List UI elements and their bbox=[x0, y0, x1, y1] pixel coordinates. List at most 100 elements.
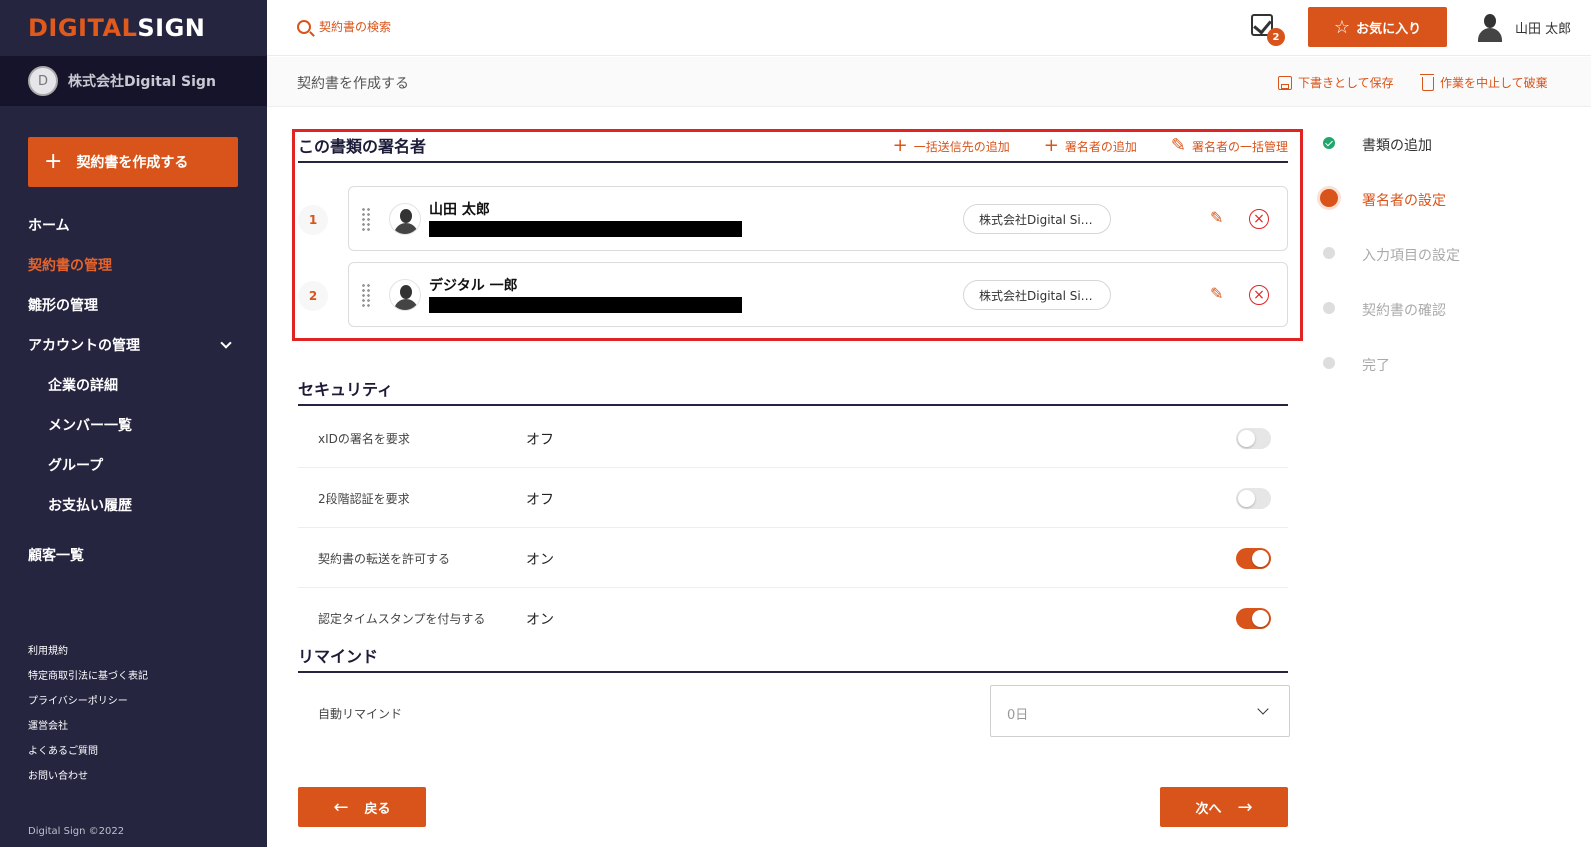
edit-signer-icon[interactable]: ✎ bbox=[1210, 209, 1228, 227]
sidebar-item-label: 契約書の管理 bbox=[28, 258, 112, 274]
edit-signer-icon[interactable]: ✎ bbox=[1210, 285, 1228, 303]
arrow-right-icon: → bbox=[1237, 796, 1253, 818]
discard-button[interactable]: 作業を中止して破棄 bbox=[1420, 73, 1548, 91]
sidebar-item-members[interactable]: メンバー一覧 bbox=[28, 405, 238, 445]
signer-card[interactable]: デジタル 一郎 株式会社Digital Si… ✎ × bbox=[348, 262, 1288, 327]
favorites-button[interactable]: ☆ お気に入り bbox=[1308, 7, 1447, 47]
footer-link-terms[interactable]: 利用規約 bbox=[28, 645, 148, 670]
save-icon bbox=[1278, 75, 1292, 90]
logo-part-sign: SIGN bbox=[137, 14, 206, 42]
security-section-header: セキュリティ bbox=[298, 372, 1288, 406]
signer-name: デジタル 一郎 bbox=[429, 278, 518, 294]
auto-remind-value: 0日 bbox=[1007, 708, 1029, 723]
auto-remind-select[interactable]: 0日 bbox=[990, 685, 1290, 737]
top-bar: 契約書の検索 2 ☆ お気に入り 山田 太郎 bbox=[267, 0, 1591, 56]
xid-signature-toggle[interactable] bbox=[1236, 428, 1271, 449]
search-input[interactable]: 契約書の検索 bbox=[297, 18, 391, 35]
sidebar-item-label: ホーム bbox=[28, 218, 70, 234]
footer-link-commerce-law[interactable]: 特定商取引法に基づく表記 bbox=[28, 670, 148, 695]
footer-link-privacy[interactable]: プライバシーポリシー bbox=[28, 695, 148, 720]
step-label: 入力項目の設定 bbox=[1362, 248, 1460, 264]
create-contract-button[interactable]: + 契約書を作成する bbox=[28, 137, 238, 187]
security-row-2fa: 2段階認証を要求 オフ bbox=[298, 468, 1288, 528]
step-label: 契約書の確認 bbox=[1362, 303, 1446, 319]
sidebar-item-label: グループ bbox=[48, 458, 104, 474]
footer-link-company[interactable]: 運営会社 bbox=[28, 720, 148, 745]
redacted-email bbox=[429, 221, 742, 237]
footer-link-faq[interactable]: よくあるご質問 bbox=[28, 745, 148, 770]
bulk-manage-signers-button[interactable]: ✎ 署名者の一括管理 bbox=[1171, 137, 1288, 155]
sidebar-item-company-details[interactable]: 企業の詳細 bbox=[28, 365, 238, 405]
signer-card[interactable]: 山田 太郎 株式会社Digital Si… ✎ × bbox=[348, 186, 1288, 251]
drag-handle-icon[interactable] bbox=[361, 283, 371, 307]
back-label: 戻る bbox=[364, 801, 391, 817]
step-label: 署名者の設定 bbox=[1362, 193, 1446, 209]
setting-label: 2段階認証を要求 bbox=[318, 492, 410, 506]
signer-order-2: 2 bbox=[298, 281, 328, 311]
company-switcher[interactable]: D 株式会社Digital Sign bbox=[0, 56, 267, 106]
pending-step-icon bbox=[1323, 247, 1335, 259]
remove-signer-icon[interactable]: × bbox=[1249, 209, 1269, 229]
security-heading: セキュリティ bbox=[298, 380, 394, 399]
save-draft-label: 下書きとして保存 bbox=[1298, 76, 1394, 90]
logo[interactable]: DIGITAL SIGN bbox=[0, 0, 267, 56]
step-label: 書類の追加 bbox=[1362, 138, 1432, 154]
sidebar-nav: ホーム 契約書の管理 雛形の管理 アカウントの管理 企業の詳細 メンバー一覧 グ… bbox=[28, 205, 238, 575]
sidebar-item-customers[interactable]: 顧客一覧 bbox=[28, 535, 238, 575]
sidebar-item-account[interactable]: アカウントの管理 bbox=[28, 325, 238, 365]
two-factor-toggle[interactable] bbox=[1236, 488, 1271, 509]
signers-heading: この書類の署名者 bbox=[298, 137, 427, 156]
task-count-badge: 2 bbox=[1267, 28, 1285, 46]
trash-icon bbox=[1420, 73, 1434, 91]
sidebar-item-contracts[interactable]: 契約書の管理 bbox=[28, 245, 238, 285]
plus-icon: + bbox=[1043, 135, 1059, 156]
sidebar-item-payments[interactable]: お支払い履歴 bbox=[28, 485, 238, 525]
save-draft-button[interactable]: 下書きとして保存 bbox=[1278, 74, 1394, 91]
signer-avatar-icon bbox=[389, 279, 421, 311]
setting-value: オン bbox=[526, 552, 554, 568]
company-avatar: D bbox=[28, 66, 58, 96]
signer-order-1: 1 bbox=[298, 205, 328, 235]
footer-link-contact[interactable]: お問い合わせ bbox=[28, 770, 148, 795]
chevron-down-icon bbox=[220, 337, 232, 349]
step-label: 完了 bbox=[1362, 358, 1390, 374]
sidebar-item-home[interactable]: ホーム bbox=[28, 205, 238, 245]
next-button[interactable]: 次へ → bbox=[1160, 787, 1288, 827]
timestamp-toggle[interactable] bbox=[1236, 608, 1271, 629]
signer-organization: 株式会社Digital Si… bbox=[963, 280, 1111, 310]
sidebar-item-groups[interactable]: グループ bbox=[28, 445, 238, 485]
arrow-left-icon: ← bbox=[333, 796, 349, 818]
add-signer-button[interactable]: + 署名者の追加 bbox=[1044, 137, 1137, 155]
pending-step-icon bbox=[1323, 357, 1335, 369]
logo-part-digital: DIGITAL bbox=[28, 14, 138, 42]
security-row-xid: xIDの署名を要求 オフ bbox=[298, 408, 1288, 468]
pending-step-icon bbox=[1323, 302, 1335, 314]
drag-handle-icon[interactable] bbox=[361, 207, 371, 231]
sidebar-item-label: 企業の詳細 bbox=[48, 378, 118, 394]
signers-section-header: この書類の署名者 + 一括送信先の追加 + 署名者の追加 ✎ 署名者の一括管理 bbox=[298, 129, 1288, 163]
signer-avatar-icon bbox=[389, 203, 421, 235]
auto-remind-label: 自動リマインド bbox=[318, 707, 403, 721]
user-menu[interactable]: 山田 太郎 bbox=[1475, 12, 1571, 42]
security-row-forward: 契約書の転送を許可する オン bbox=[298, 528, 1288, 588]
signers-actions: + 一括送信先の追加 + 署名者の追加 ✎ 署名者の一括管理 bbox=[893, 137, 1288, 155]
sub-header: 契約書を作成する 下書きとして保存 作業を中止して破棄 bbox=[267, 57, 1591, 107]
setting-label: xIDの署名を要求 bbox=[318, 432, 410, 446]
setting-value: オン bbox=[526, 612, 554, 628]
plus-icon: + bbox=[892, 135, 908, 156]
signer-name: 山田 太郎 bbox=[429, 202, 490, 218]
create-contract-label: 契約書を作成する bbox=[76, 155, 189, 171]
sidebar: DIGITAL SIGN D 株式会社Digital Sign + 契約書を作成す… bbox=[0, 0, 267, 847]
auto-remind-row: 自動リマインド 0日 bbox=[298, 685, 1290, 737]
remove-signer-icon[interactable]: × bbox=[1249, 285, 1269, 305]
star-icon: ☆ bbox=[1333, 16, 1351, 38]
back-button[interactable]: ← 戻る bbox=[298, 787, 426, 827]
bulk-add-recipients-button[interactable]: + 一括送信先の追加 bbox=[893, 137, 1010, 155]
user-avatar-icon bbox=[1475, 12, 1505, 42]
sidebar-item-label: アカウントの管理 bbox=[28, 338, 140, 354]
plus-icon: + bbox=[44, 149, 63, 174]
remind-section-header: リマインド bbox=[298, 639, 1288, 673]
sidebar-item-templates[interactable]: 雛形の管理 bbox=[28, 285, 238, 325]
allow-forward-toggle[interactable] bbox=[1236, 548, 1271, 569]
copyright: Digital Sign ©2022 bbox=[28, 826, 125, 837]
